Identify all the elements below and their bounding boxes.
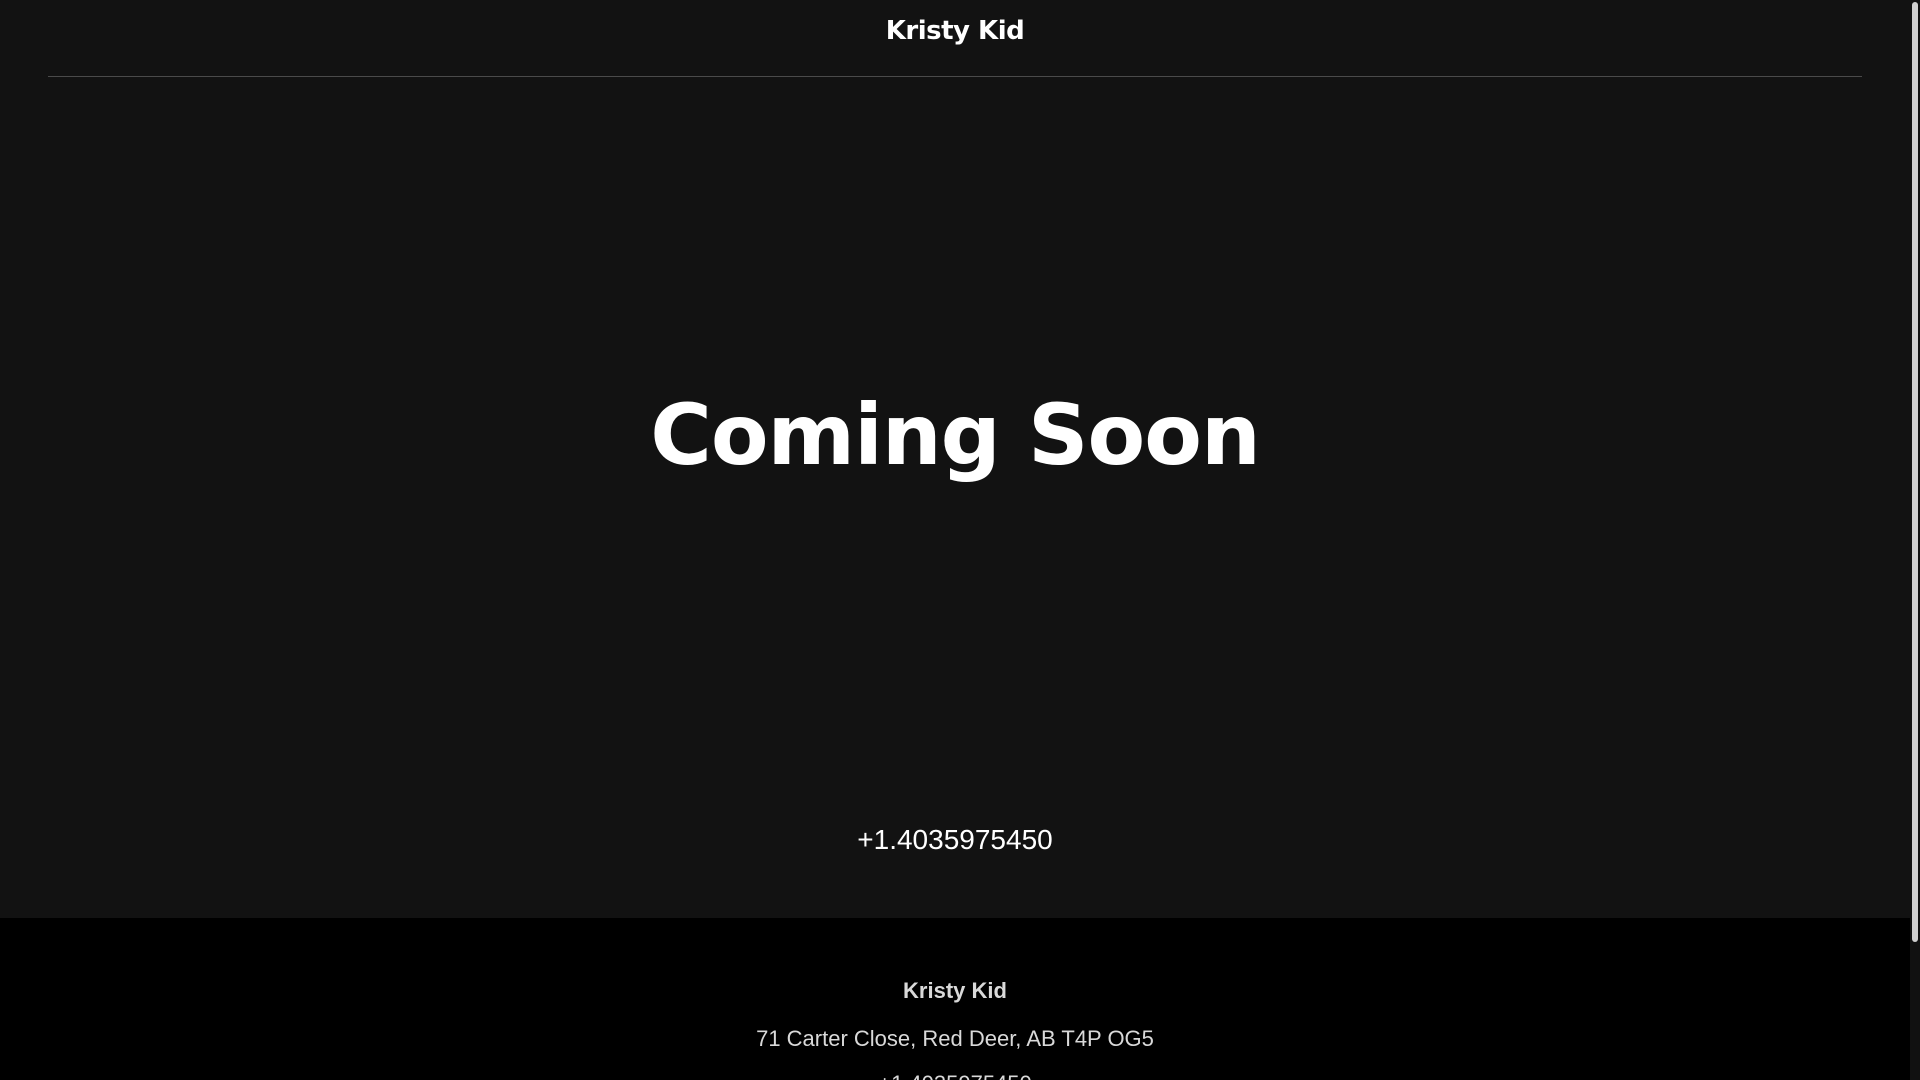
vertical-scrollbar[interactable]: [1910, 0, 1920, 1080]
footer-address: 71 Carter Close, Red Deer, AB T4P OG5: [756, 1026, 1154, 1051]
site-header: Kristy Kid: [48, 0, 1862, 77]
hero-heading: Coming Soon: [650, 386, 1261, 484]
scrollbar-thumb[interactable]: [1912, 2, 1918, 942]
site-title-link[interactable]: Kristy Kid: [48, 16, 1862, 46]
hero-phone-link[interactable]: +1.4035975450: [0, 822, 1910, 858]
page: Kristy Kid Coming Soon +1.4035975450 Kri…: [0, 0, 1920, 1080]
footer-business-name: Kristy Kid: [903, 978, 1007, 1003]
main-section: Kristy Kid Coming Soon +1.4035975450: [0, 0, 1910, 918]
footer-phone-link[interactable]: +1.4035975450: [0, 1070, 1910, 1080]
